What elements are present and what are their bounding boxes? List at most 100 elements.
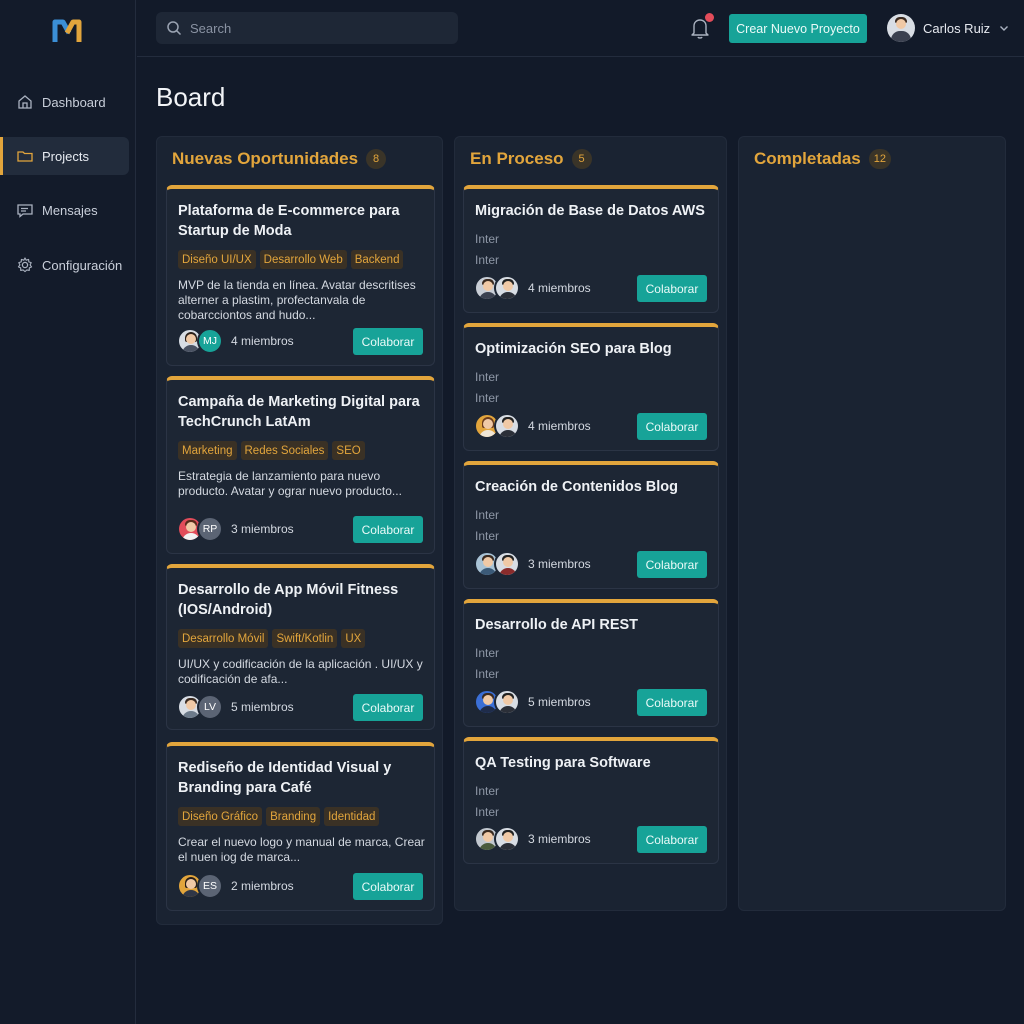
- column-header: Nuevas Oportunidades 8: [172, 149, 387, 169]
- member-count: 3 miembros: [528, 557, 591, 571]
- card-meta: Inter Inter: [475, 646, 500, 681]
- message-icon: [17, 204, 33, 218]
- avatar: ES: [197, 873, 223, 899]
- project-card[interactable]: Optimización SEO para Blog Inter Inter 4…: [463, 323, 719, 451]
- search-box[interactable]: [156, 12, 458, 44]
- member-group: LV 5 miembros: [177, 694, 294, 720]
- user-name: Carlos Ruiz: [923, 20, 991, 36]
- column-header: En Proceso 5: [470, 149, 592, 169]
- card-title: Desarrollo de API REST: [475, 617, 639, 633]
- project-card[interactable]: Campaña de Marketing Digital para TechCr…: [166, 376, 435, 554]
- sidebar-item-projects[interactable]: Projects: [0, 137, 129, 175]
- card-title: Optimización SEO para Blog: [475, 341, 672, 357]
- collaborate-button[interactable]: Colaborar: [637, 275, 707, 302]
- card-title: QA Testing para Software: [475, 755, 651, 771]
- sidebar-item-label: Mensajes: [42, 202, 98, 218]
- member-count: 4 miembros: [528, 419, 591, 433]
- tag: Backend: [350, 250, 404, 269]
- tag: Diseño UI/UX: [178, 250, 256, 269]
- search-input[interactable]: [190, 20, 450, 36]
- sidebar-item-label: Configuración: [42, 257, 123, 273]
- collaborate-button[interactable]: Colaborar: [353, 873, 423, 900]
- project-card[interactable]: Plataforma de E-commerce para Startup de…: [166, 185, 435, 366]
- tag: Diseño Gráfico: [178, 807, 263, 826]
- project-card[interactable]: Migración de Base de Datos AWS Inter Int…: [463, 185, 719, 313]
- card-description: Crear el nuevo logo y manual de marca, C…: [178, 835, 425, 864]
- column-completadas: Completadas 12: [738, 136, 1006, 911]
- member-count: 3 miembros: [528, 832, 591, 846]
- project-card[interactable]: Desarrollo de App Móvil Fitness (IOS/And…: [166, 564, 435, 730]
- tag: UX: [341, 629, 366, 648]
- page-title: Board: [156, 82, 226, 112]
- avatar: [494, 275, 520, 301]
- sidebar-item-dashboard[interactable]: Dashboard: [0, 83, 129, 121]
- card-description: MVP de la tienda en línea. Avatar descri…: [178, 278, 416, 322]
- card-description: UI/UX y codificación de la aplicación . …: [178, 657, 423, 686]
- member-group: MJ 4 miembros: [177, 328, 294, 354]
- column-count-badge: 5: [571, 149, 592, 169]
- member-count: 4 miembros: [528, 281, 591, 295]
- member-group: 4 miembros: [474, 413, 591, 439]
- column-header: Completadas 12: [754, 149, 891, 169]
- avatar: [494, 826, 520, 852]
- column-count-badge: 8: [366, 149, 387, 169]
- avatar: [494, 689, 520, 715]
- member-group: 3 miembros: [474, 826, 591, 852]
- tag: Marketing: [178, 441, 237, 460]
- column-title: Completadas: [754, 149, 861, 168]
- card-meta: Inter Inter: [475, 508, 500, 543]
- column-nuevas-oportunidades: Nuevas Oportunidades 8 Plataforma de E-c…: [156, 136, 443, 925]
- card-title: Plataforma de E-commerce para Startup de…: [178, 203, 400, 239]
- collaborate-button[interactable]: Colaborar: [353, 328, 423, 355]
- column-count-badge: 12: [868, 149, 891, 169]
- avatar: RP: [197, 516, 223, 542]
- collaborate-button[interactable]: Colaborar: [637, 826, 707, 853]
- tag: Identidad: [324, 807, 380, 826]
- card-title: Campaña de Marketing Digital para TechCr…: [178, 394, 420, 430]
- tag-list: Diseño UI/UX Desarrollo Web Backend: [178, 250, 404, 269]
- sidebar: Dashboard Projects Mensajes Configuració…: [0, 0, 136, 1024]
- member-count: 2 miembros: [231, 879, 294, 893]
- sidebar-item-label: Projects: [42, 148, 89, 164]
- sidebar-item-label: Dashboard: [42, 94, 106, 110]
- card-title: Desarrollo de App Móvil Fitness (IOS/And…: [178, 582, 399, 618]
- card-title: Rediseño de Identidad Visual y Branding …: [178, 760, 392, 796]
- tag-list: Diseño Gráfico Branding Identidad: [178, 807, 380, 826]
- tag-list: Marketing Redes Sociales SEO: [178, 441, 365, 460]
- project-card[interactable]: Rediseño de Identidad Visual y Branding …: [166, 742, 435, 911]
- chevron-down-icon[interactable]: [998, 22, 1010, 34]
- create-project-button[interactable]: Crear Nuevo Proyecto: [729, 14, 867, 43]
- member-count: 5 miembros: [231, 700, 294, 714]
- member-count: 4 miembros: [231, 334, 294, 348]
- collaborate-button[interactable]: Colaborar: [637, 689, 707, 716]
- column-title: En Proceso: [470, 149, 564, 168]
- member-group: 4 miembros: [474, 275, 591, 301]
- user-menu[interactable]: Carlos Ruiz: [887, 14, 1010, 42]
- card-meta: Inter Inter: [475, 370, 500, 405]
- notification-badge: [705, 13, 714, 22]
- collaborate-button[interactable]: Colaborar: [637, 413, 707, 440]
- app-logo-icon[interactable]: [52, 16, 84, 46]
- project-card[interactable]: Desarrollo de API REST Inter Inter 5 mie…: [463, 599, 719, 727]
- member-group: 3 miembros: [474, 551, 591, 577]
- project-card[interactable]: QA Testing para Software Inter Inter 3 m…: [463, 737, 719, 864]
- avatar: [887, 14, 915, 42]
- project-card[interactable]: Creación de Contenidos Blog Inter Inter …: [463, 461, 719, 589]
- home-icon: [18, 95, 32, 109]
- member-group: ES 2 miembros: [177, 873, 294, 899]
- sidebar-item-mensajes[interactable]: Mensajes: [0, 191, 129, 229]
- tag: Swift/Kotlin: [272, 629, 338, 648]
- column-title: Nuevas Oportunidades: [172, 149, 359, 168]
- tag: SEO: [332, 441, 365, 460]
- tag: Desarrollo Web: [259, 250, 347, 269]
- sidebar-item-configuracion[interactable]: Configuración: [0, 246, 129, 284]
- card-meta: Inter Inter: [475, 232, 500, 267]
- member-group: 5 miembros: [474, 689, 591, 715]
- card-meta: Inter Inter: [475, 784, 500, 819]
- member-count: 3 miembros: [231, 522, 294, 536]
- card-title: Migración de Base de Datos AWS: [475, 203, 705, 219]
- collaborate-button[interactable]: Colaborar: [637, 551, 707, 578]
- collaborate-button[interactable]: Colaborar: [353, 694, 423, 721]
- member-group: RP 3 miembros: [177, 516, 294, 542]
- collaborate-button[interactable]: Colaborar: [353, 516, 423, 543]
